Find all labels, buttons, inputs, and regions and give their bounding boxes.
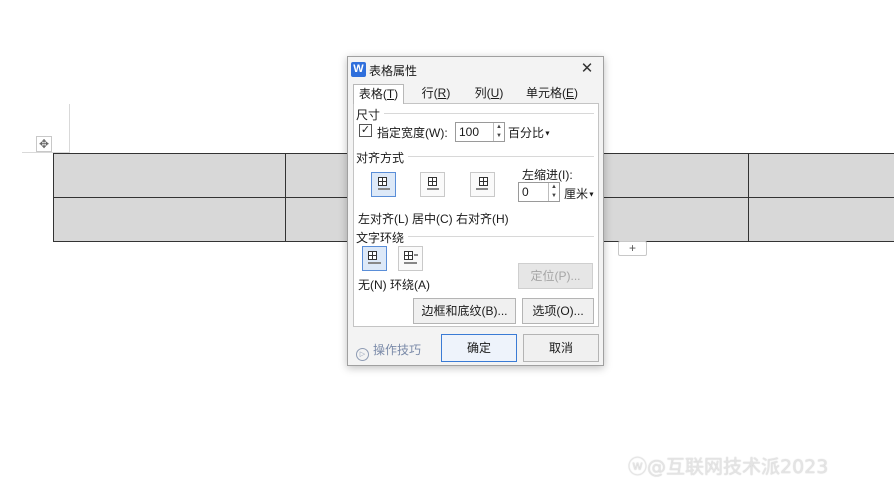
options-button[interactable]: 选项(O)... (522, 298, 594, 324)
width-spinner[interactable]: 100 ▲ ▼ (455, 122, 505, 142)
specify-width-label: 指定宽度(W): (377, 126, 448, 140)
chevron-down-icon: ▼ (544, 130, 551, 138)
table-properties-dialog: W 表格属性 ✕ 表格(T) 行(R) 列(U) 单元格(E) 尺寸 ✓ 指定宽… (347, 56, 604, 366)
table-cell[interactable] (748, 197, 894, 242)
ok-button[interactable]: 确定 (441, 334, 517, 362)
wrap-options-label: 无(N) 环绕(A) (358, 278, 430, 292)
table-tab-panel: 尺寸 ✓ 指定宽度(W): 100 ▲ ▼ 百分比▼ 对齐方式 左缩进(I): … (353, 103, 599, 327)
spinner-arrows-icon[interactable]: ▲ ▼ (493, 123, 504, 141)
wrap-section-title: 文字环绕 (356, 229, 408, 246)
left-indent-value: 0 (522, 185, 529, 199)
tab-table[interactable]: 表格(T) (353, 84, 404, 104)
width-value: 100 (459, 125, 480, 139)
wrap-around-button[interactable] (398, 246, 423, 271)
spinner-arrows-icon[interactable]: ▲ ▼ (548, 183, 559, 201)
tips-link[interactable]: ▷ 操作技巧 (356, 341, 421, 361)
watermark: ⓦ@互联网技术派2023 (628, 456, 829, 478)
table-cell[interactable] (596, 153, 750, 198)
indent-unit-dropdown[interactable]: 厘米▼ (564, 185, 595, 202)
position-button[interactable]: 定位(P)... (518, 263, 593, 289)
section-divider (408, 156, 594, 157)
tab-column[interactable]: 列(U) (469, 84, 509, 103)
size-section-title: 尺寸 (356, 106, 384, 123)
table-cell[interactable] (748, 153, 894, 198)
table-cell[interactable] (53, 197, 286, 242)
dialog-titlebar[interactable]: W 表格属性 ✕ (348, 57, 603, 82)
tab-row[interactable]: 行(R) (417, 84, 455, 103)
table-cell[interactable] (53, 153, 286, 198)
tab-bar: 表格(T) 行(R) 列(U) 单元格(E) (353, 84, 599, 104)
align-left-button[interactable] (371, 172, 396, 197)
page-margin-vertical-mark (69, 104, 70, 152)
left-indent-spinner[interactable]: 0 ▲ ▼ (518, 182, 560, 202)
alignment-section-title: 对齐方式 (356, 149, 408, 166)
cancel-button[interactable]: 取消 (523, 334, 599, 362)
borders-shading-button[interactable]: 边框和底纹(B)... (413, 298, 516, 324)
specify-width-checkbox[interactable]: ✓ (359, 124, 372, 137)
alignment-options-label: 左对齐(L) 居中(C) 右对齐(H) (358, 212, 509, 226)
section-divider (408, 236, 594, 237)
chevron-down-icon: ▼ (588, 191, 595, 199)
close-icon[interactable]: ✕ (579, 60, 595, 78)
align-right-button[interactable] (470, 172, 495, 197)
align-center-button[interactable] (420, 172, 445, 197)
width-unit-dropdown[interactable]: 百分比▼ (508, 124, 551, 141)
play-circle-icon: ▷ (356, 348, 369, 361)
dialog-title: 表格属性 (369, 64, 418, 78)
left-indent-label: 左缩进(I): (522, 168, 573, 182)
wrap-none-button[interactable] (362, 246, 387, 271)
add-row-button[interactable]: + (618, 241, 647, 256)
table-move-handle-icon[interactable]: ✥ (36, 136, 52, 152)
section-divider (384, 113, 594, 114)
wps-app-icon: W (351, 62, 366, 77)
table-cell[interactable] (596, 197, 750, 242)
tab-cell[interactable]: 单元格(E) (521, 84, 583, 103)
